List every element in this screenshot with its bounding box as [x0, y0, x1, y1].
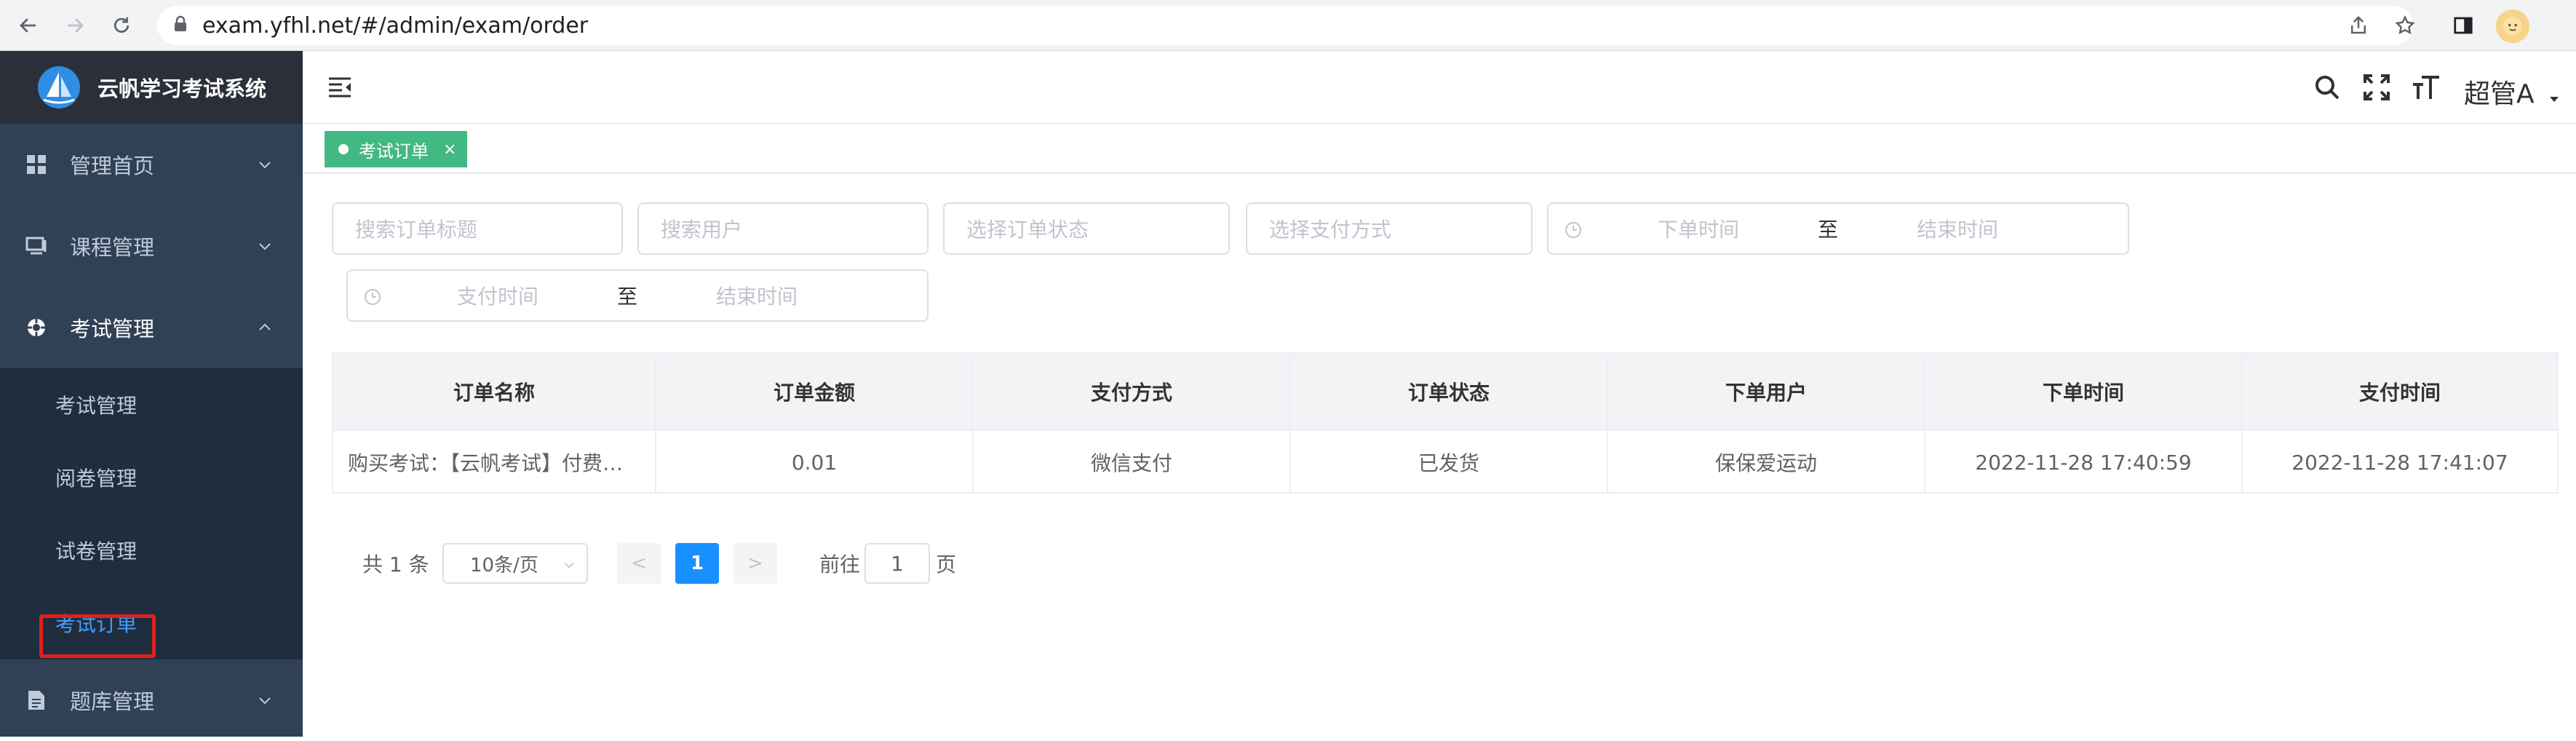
clock-icon — [1565, 222, 1581, 238]
chevron-down-icon — [259, 243, 271, 250]
prev-page-button[interactable]: < — [617, 543, 661, 584]
active-dot — [338, 144, 349, 154]
user-search-input[interactable]: 搜索用户 — [637, 202, 929, 255]
sidebar-item-dashboard[interactable]: 管理首页 — [0, 124, 303, 205]
chevron-down-icon — [564, 562, 574, 568]
sidebar-item-label: 课程管理 — [70, 235, 155, 260]
dashboard-grid-icon — [27, 155, 46, 174]
browser-toolbar: exam.yfhl.net/#/admin/exam/order — [0, 0, 2576, 51]
tab-exam-orders[interactable]: 考试订单 × — [325, 131, 467, 167]
exam-submenu: 考试管理 阅卷管理 试卷管理 考试订单 — [0, 368, 303, 659]
sidebar-logo-bar: 云帆学习考试系统 — [0, 51, 303, 124]
logo-icon — [38, 66, 80, 108]
bookmark-star-icon[interactable] — [2390, 10, 2420, 41]
profile-avatar[interactable] — [2496, 9, 2529, 43]
cell-order-name: 购买考试：【云帆考试】付费考试 — [333, 431, 656, 494]
range-end-placeholder: 结束时间 — [1917, 218, 1999, 242]
sidebar-item-question-bank[interactable]: 题库管理 — [0, 659, 303, 741]
side-panel-icon[interactable] — [2448, 10, 2478, 41]
column-header: 下单用户 — [1608, 354, 1925, 429]
sidebar-item-exams[interactable]: 考试管理 — [0, 287, 303, 368]
range-separator: 至 — [1818, 218, 1839, 242]
next-page-button[interactable]: > — [734, 543, 777, 584]
submenu-item-exam-management[interactable]: 考试管理 — [0, 368, 303, 441]
page-suffix-label: 页 — [936, 552, 957, 576]
cell-payment-method: 微信支付 — [974, 431, 1291, 494]
caret-down-icon[interactable] — [2548, 95, 2560, 103]
submenu-item-label: 考试管理 — [55, 394, 138, 418]
order-title-search-input[interactable]: 搜索订单标题 — [332, 202, 623, 255]
pay-time-range-picker[interactable]: 支付时间 至 结束时间 — [346, 269, 929, 322]
sidebar-item-courses[interactable]: 课程管理 — [0, 205, 303, 287]
cell-order-time: 2022-11-28 17:40:59 — [1925, 431, 2243, 494]
order-time-range-picker[interactable]: 下单时间 至 结束时间 — [1547, 202, 2129, 255]
column-header: 订单金额 — [656, 354, 974, 429]
close-icon[interactable]: × — [443, 140, 456, 159]
forward-icon[interactable] — [60, 10, 90, 41]
pagination-total: 共 1 条 — [362, 552, 429, 576]
chevron-down-icon — [259, 162, 271, 169]
share-icon[interactable] — [2343, 10, 2374, 41]
lock-icon — [173, 15, 188, 36]
sidebar-item-label: 题库管理 — [70, 689, 155, 714]
search-icon[interactable] — [2313, 73, 2342, 102]
page-number-button[interactable]: 1 — [675, 543, 719, 584]
sidebar-item-label: 考试管理 — [70, 317, 155, 341]
sidebar: 云帆学习考试系统 管理首页 课程管理 考试管理 考试管理 阅卷管理 试卷管理 考… — [0, 51, 303, 737]
submenu-item-label: 阅卷管理 — [55, 467, 138, 491]
top-navbar: 超管A — [303, 51, 2576, 124]
table-header: 订单名称 订单金额 支付方式 订单状态 下单用户 下单时间 支付时间 — [333, 354, 2557, 431]
table-row[interactable]: 购买考试：【云帆考试】付费考试 0.01 微信支付 已发货 保保爱运动 2022… — [333, 431, 2557, 494]
fullscreen-icon[interactable] — [2362, 73, 2391, 102]
font-size-icon[interactable] — [2412, 73, 2441, 102]
goto-label: 前往 — [819, 552, 861, 576]
range-start-placeholder: 支付时间 — [457, 285, 539, 309]
goto-page-input[interactable]: 1 — [864, 543, 930, 584]
app-title: 云帆学习考试系统 — [98, 76, 267, 101]
address-bar[interactable]: exam.yfhl.net/#/admin/exam/order — [157, 6, 2413, 45]
tags-view: 考试订单 × — [303, 124, 2576, 173]
cell-user: 保保爱运动 — [1608, 431, 1925, 494]
back-icon[interactable] — [13, 10, 44, 41]
column-header: 订单状态 — [1291, 354, 1608, 429]
cell-pay-time: 2022-11-28 17:41:07 — [2291, 450, 2508, 475]
chevron-down-icon — [259, 697, 271, 705]
submenu-item-papers[interactable]: 试卷管理 — [0, 514, 303, 587]
cell-amount: 0.01 — [656, 431, 974, 494]
sidebar-item-label: 管理首页 — [70, 154, 155, 178]
monitor-icon — [25, 237, 47, 255]
column-header: 订单名称 — [333, 354, 656, 429]
submenu-item-grading[interactable]: 阅卷管理 — [0, 441, 303, 514]
page-size-select[interactable]: 10条/页 — [442, 543, 588, 584]
highlight-annotation-box — [39, 614, 156, 658]
column-header: 支付时间 — [2358, 381, 2441, 405]
submenu-item-label: 试卷管理 — [55, 539, 138, 563]
column-header: 支付方式 — [974, 354, 1291, 429]
reload-icon[interactable] — [106, 10, 137, 41]
cell-status: 已发货 — [1291, 431, 1608, 494]
column-header: 下单时间 — [1925, 354, 2243, 429]
order-status-select[interactable]: 选择订单状态 — [943, 202, 1230, 255]
hamburger-menu-icon[interactable] — [327, 76, 352, 99]
range-start-placeholder: 下单时间 — [1658, 218, 1740, 242]
exam-management-icon — [26, 317, 47, 338]
url-text: exam.yfhl.net/#/admin/exam/order — [202, 12, 589, 39]
range-separator: 至 — [617, 285, 638, 309]
orders-table: 订单名称 订单金额 支付方式 订单状态 下单用户 下单时间 支付时间 购买考试：… — [332, 352, 2559, 494]
range-end-placeholder: 结束时间 — [716, 285, 798, 309]
document-icon — [28, 691, 44, 710]
user-menu[interactable]: 超管A — [2464, 73, 2535, 111]
chevron-up-icon — [259, 323, 271, 330]
clock-icon — [365, 289, 381, 305]
tag-label: 考试订单 — [359, 140, 429, 162]
payment-method-select[interactable]: 选择支付方式 — [1246, 202, 1533, 255]
